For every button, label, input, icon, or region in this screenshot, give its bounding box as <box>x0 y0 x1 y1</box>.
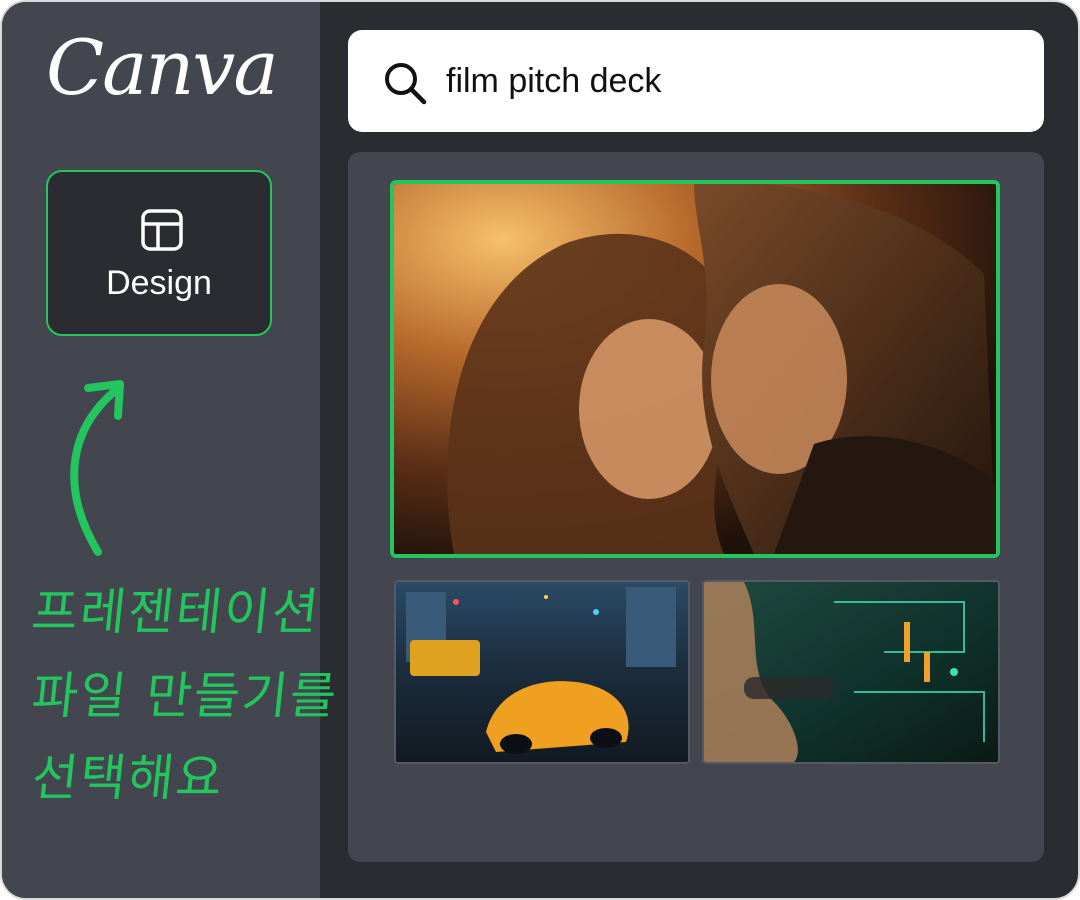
sidebar: Canva Design 프레젠테이션 파일 만들기를 선택해요 <box>2 2 341 898</box>
annotation-line-2: 파일 만들기를 <box>28 667 341 725</box>
curved-arrow-up-icon <box>70 380 124 556</box>
annotation-line-3: 선택해요 <box>28 749 228 807</box>
search-bar[interactable] <box>348 30 1044 132</box>
layout-template-icon <box>141 209 183 251</box>
cyber-face-image <box>704 582 998 762</box>
canva-logo: Canva <box>46 23 279 112</box>
annotation-line-1: 프레젠테이션 <box>28 583 324 641</box>
search-results-panel <box>348 152 1044 862</box>
result-thumbnail-car-chase[interactable] <box>394 580 690 764</box>
logo-text: Canva <box>46 23 277 112</box>
result-thumbnail-romance[interactable] <box>390 180 1000 558</box>
app-window: Canva Design 프레젠테이션 파일 만들기를 선택해요 <box>0 0 1080 900</box>
car-chase-image <box>396 582 688 762</box>
result-thumbnail-cyber-face[interactable] <box>702 580 1000 764</box>
design-button-label: Design <box>106 264 212 302</box>
design-button[interactable]: Design <box>46 170 272 336</box>
search-icon <box>385 63 427 105</box>
search-input[interactable] <box>446 54 1006 108</box>
romance-image <box>394 184 996 554</box>
